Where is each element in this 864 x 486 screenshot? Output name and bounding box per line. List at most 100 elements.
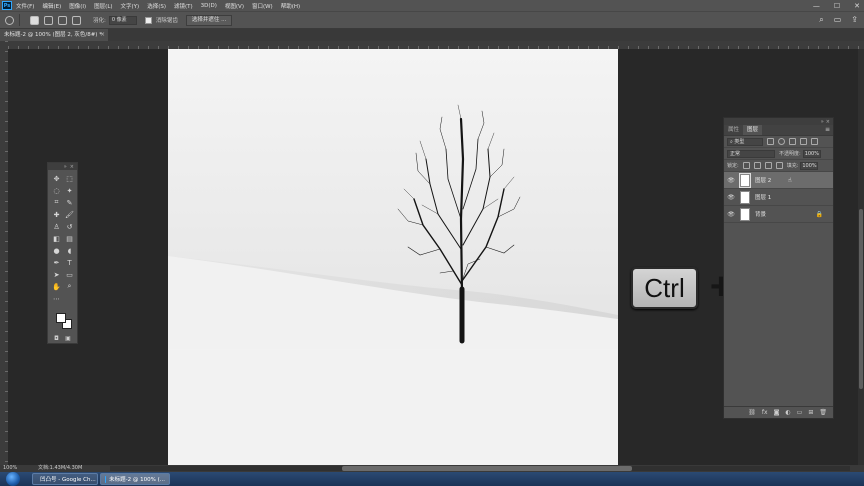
eye-icon[interactable]: 👁 — [726, 211, 736, 218]
menu-file[interactable]: 文件(F) — [16, 2, 34, 10]
menu-layer[interactable]: 图层(L) — [94, 2, 112, 10]
eye-icon[interactable]: 👁 — [726, 177, 736, 184]
lasso-tool-icon[interactable]: ◌ — [51, 186, 62, 195]
lasso-tool-preset-icon[interactable] — [5, 15, 14, 25]
shape-tool-icon[interactable]: ▭ — [64, 270, 75, 279]
subtract-from-selection-icon[interactable] — [58, 15, 67, 25]
history-brush-tool-icon[interactable]: ↺ — [64, 222, 75, 231]
maximize-button[interactable]: ☐ — [834, 2, 840, 10]
taskbar-item-chrome[interactable]: 凹凸号 - Google Ch... — [32, 473, 98, 485]
move-tool-icon[interactable]: ✥ — [51, 174, 62, 183]
new-selection-icon[interactable] — [30, 15, 39, 25]
document-tab[interactable]: 未标题-2 @ 100% (图层 2, 灰色/8#) * × — [0, 29, 108, 41]
foreground-color-swatch[interactable] — [56, 313, 66, 323]
filter-kind-select[interactable]: ⌕ 类型 — [727, 137, 763, 146]
panel-close-icon[interactable]: × — [826, 119, 830, 125]
layer-row-background[interactable]: 👁 背景 🔒 — [724, 206, 833, 223]
select-and-mask-button[interactable]: 选择并遮住 ... — [185, 14, 233, 26]
start-button-icon[interactable] — [6, 472, 20, 486]
menu-image[interactable]: 图像(I) — [69, 2, 86, 10]
close-tab-icon[interactable]: × — [100, 29, 105, 41]
adjustment-layer-icon[interactable]: ◐ — [785, 409, 790, 416]
share-icon[interactable]: ⇪ — [851, 15, 858, 25]
filter-shape-icon[interactable] — [800, 138, 807, 145]
feather-label: 羽化: — [93, 18, 106, 24]
layer-style-icon[interactable]: fx — [762, 409, 768, 416]
layer-row-layer-2[interactable]: 👁 图层 2 ☝ — [724, 172, 833, 189]
panel-menu-icon[interactable]: ≡ — [825, 126, 830, 133]
lock-image-icon[interactable] — [753, 162, 761, 169]
blur-tool-icon[interactable]: ● — [51, 246, 62, 255]
menu-window[interactable]: 窗口(W) — [252, 2, 273, 10]
new-group-icon[interactable]: ▭ — [797, 409, 803, 416]
gradient-tool-icon[interactable]: ▤ — [64, 234, 75, 243]
new-layer-icon[interactable]: ⊞ — [808, 409, 813, 416]
blend-mode-select[interactable]: 正常 — [727, 149, 775, 158]
add-mask-icon[interactable]: ◙ — [774, 409, 780, 416]
type-tool-icon[interactable]: T — [64, 258, 75, 267]
filter-pixel-icon[interactable] — [767, 138, 774, 145]
tools-panel: » × ✥ ⬚ ◌ ✦ ⌗ ✎ ✚ 🖌 ♙ ↺ ◧ ▤ ● ◖ ✒ T ➤ ▭ … — [47, 162, 78, 344]
color-swatches — [48, 311, 77, 333]
marquee-tool-icon[interactable]: ⬚ — [64, 174, 75, 183]
antialias-checkbox[interactable] — [144, 16, 152, 24]
horizontal-scrollbar[interactable] — [110, 466, 850, 471]
menu-select[interactable]: 选择(S) — [147, 2, 166, 10]
fill-input[interactable]: 100% — [800, 161, 819, 170]
collapse-icon[interactable]: » — [821, 119, 824, 125]
feather-input[interactable]: 0 像素 — [108, 15, 137, 25]
layer-row-layer-1[interactable]: 👁 图层 1 — [724, 189, 833, 206]
hand-tool-icon[interactable]: ✋ — [51, 282, 62, 291]
zoom-level[interactable]: 100% — [3, 465, 17, 472]
panel-close-icon[interactable]: × — [70, 164, 74, 170]
lock-position-icon[interactable] — [764, 162, 772, 169]
workspace-icon[interactable]: ▭ — [834, 15, 842, 25]
more-tools-icon[interactable]: ⋯ — [51, 294, 62, 303]
tree-in-snow-image — [168, 49, 618, 465]
horizontal-scroll-thumb[interactable] — [342, 466, 632, 471]
tab-properties[interactable]: 属性 — [724, 125, 743, 135]
vertical-scrollbar[interactable] — [858, 49, 864, 465]
pen-tool-icon[interactable]: ✒ — [51, 258, 62, 267]
path-selection-tool-icon[interactable]: ➤ — [51, 270, 62, 279]
clone-stamp-tool-icon[interactable]: ♙ — [51, 222, 62, 231]
delete-layer-icon[interactable]: 🗑 — [819, 409, 827, 416]
filter-smart-object-icon[interactable] — [811, 138, 818, 145]
intersect-selection-icon[interactable] — [72, 15, 81, 25]
quick-mask-icon[interactable]: ◘ — [54, 335, 59, 342]
eyedropper-tool-icon[interactable]: ✎ — [64, 198, 75, 207]
healing-brush-tool-icon[interactable]: ✚ — [51, 210, 62, 219]
lock-transparent-icon[interactable] — [742, 162, 750, 169]
add-to-selection-icon[interactable] — [44, 15, 53, 25]
dodge-tool-icon[interactable]: ◖ — [64, 246, 75, 255]
link-layers-icon[interactable]: ⛓ — [748, 409, 756, 416]
vertical-scroll-thumb[interactable] — [859, 209, 863, 389]
filter-type-icon[interactable] — [789, 138, 796, 145]
menu-help[interactable]: 帮助(H) — [281, 2, 300, 10]
collapse-icon[interactable]: » — [64, 164, 67, 170]
menu-view[interactable]: 视图(V) — [225, 2, 244, 10]
lock-all-icon[interactable] — [775, 162, 783, 169]
eraser-tool-icon[interactable]: ◧ — [51, 234, 62, 243]
minimize-button[interactable]: — — [813, 2, 820, 10]
taskbar-item-photoshop[interactable]: 未标题-2 @ 100% (... — [100, 473, 170, 485]
filter-adjustment-icon[interactable] — [778, 138, 785, 145]
menu-3d[interactable]: 3D(D) — [201, 3, 217, 9]
layer-thumbnail — [739, 172, 751, 188]
crop-tool-icon[interactable]: ⌗ — [51, 198, 62, 207]
magic-wand-tool-icon[interactable]: ✦ — [64, 186, 75, 195]
zoom-tool-icon[interactable]: ⌕ — [64, 282, 75, 291]
search-icon[interactable]: ⌕ — [819, 15, 823, 25]
tools-panel-header[interactable]: » × — [48, 163, 77, 170]
menu-filter[interactable]: 滤镜(T) — [174, 2, 193, 10]
close-button[interactable]: ✕ — [854, 2, 860, 10]
brush-tool-icon[interactable]: 🖌 — [64, 210, 75, 219]
layers-panel-header[interactable]: » × — [724, 118, 833, 125]
eye-icon[interactable]: 👁 — [726, 194, 736, 201]
menu-edit[interactable]: 编辑(E) — [42, 2, 61, 10]
menu-type[interactable]: 文字(Y) — [121, 2, 140, 10]
opacity-input[interactable]: 100% — [802, 149, 821, 158]
screen-mode-icon[interactable]: ▣ — [65, 335, 71, 342]
document-canvas[interactable] — [168, 49, 618, 465]
tab-layers[interactable]: 图层 — [743, 125, 763, 135]
